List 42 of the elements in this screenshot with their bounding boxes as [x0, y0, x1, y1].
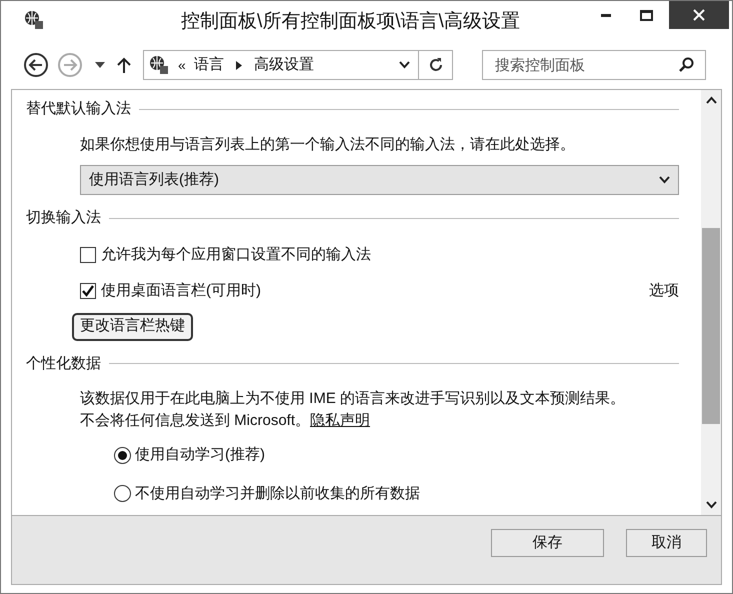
checkbox[interactable]: [80, 246, 96, 263]
search-field[interactable]: 搜索控制面板: [482, 50, 706, 80]
dropdown[interactable]: 使用语言列表(推荐): [80, 165, 679, 195]
scroll-thumb[interactable]: [702, 228, 720, 424]
radio-button[interactable]: [114, 485, 131, 502]
close-icon: [693, 9, 705, 21]
description-text: 如果你想使用与语言列表上的第一个输入法不同的输入法，请在此处选择。: [80, 134, 576, 154]
hotkey-button[interactable]: 更改语言栏热键: [72, 312, 193, 340]
scroll-down-icon[interactable]: [706, 501, 716, 509]
overflow-chevron[interactable]: «: [178, 54, 186, 76]
chevron-down-icon[interactable]: [399, 61, 410, 69]
description-text: 该数据仅用于在此电脑上为不使用 IME 的语言来改进手写识别以及文本预测结果。 不会将任何信息发送到 Microsoft。隐私声明: [80, 389, 626, 431]
checkbox-label[interactable]: 允许我为每个应用窗口设置不同的输入法: [101, 244, 371, 266]
refresh-button[interactable]: [419, 50, 453, 80]
back-icon[interactable]: [23, 52, 49, 78]
breadcrumb-item[interactable]: 语言: [194, 54, 224, 76]
globe-icon: [148, 54, 170, 76]
cancel-button[interactable]: 取消: [626, 529, 707, 557]
search-icon: [679, 57, 694, 72]
checkbox[interactable]: [80, 283, 96, 300]
section-heading: 个性化数据: [26, 354, 101, 374]
radio-button[interactable]: [114, 446, 131, 464]
window-title: 控制面板\所有控制面板项\语言\高级设置: [181, 10, 520, 34]
close-button[interactable]: [669, 1, 729, 29]
radio-label[interactable]: 不使用自动学习并删除以前收集的所有数据: [135, 482, 420, 505]
globe-icon: [23, 9, 45, 31]
save-button[interactable]: 保存: [491, 529, 604, 557]
privacy-link[interactable]: 隐私声明: [310, 412, 370, 429]
options-link[interactable]: 选项: [649, 280, 679, 302]
refresh-icon: [428, 57, 444, 73]
checkbox-label[interactable]: 使用桌面语言栏(可用时): [101, 280, 261, 302]
section-heading: 替代默认输入法: [26, 99, 131, 119]
scroll-up-icon[interactable]: [706, 96, 716, 104]
breadcrumb-arrow-icon[interactable]: [236, 60, 242, 70]
chevron-down-icon[interactable]: [659, 176, 670, 184]
breadcrumb-item[interactable]: 高级设置: [254, 54, 314, 76]
radio-label[interactable]: 使用自动学习(推荐): [135, 444, 265, 466]
address-bar[interactable]: « 语言 高级设置: [143, 50, 419, 80]
section-heading: 切换输入法: [26, 208, 101, 228]
up-arrow-icon[interactable]: [117, 57, 131, 73]
dropdown-arrow-icon[interactable]: [95, 62, 105, 68]
scrollbar[interactable]: [701, 90, 721, 515]
